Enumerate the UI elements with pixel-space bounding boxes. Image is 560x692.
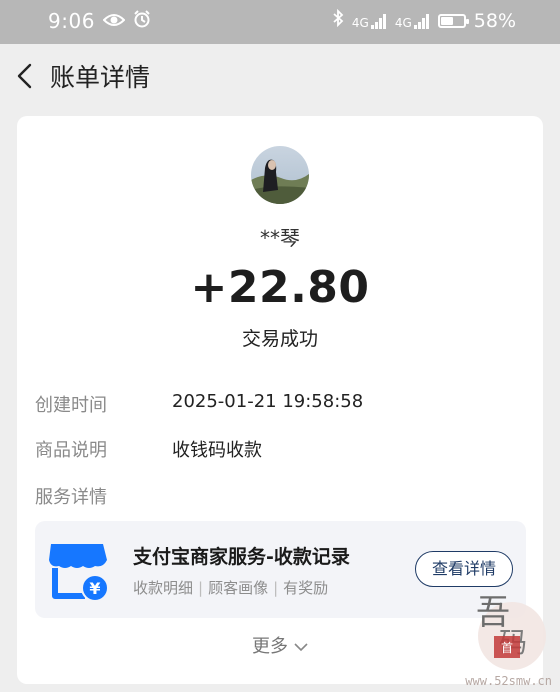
nav-bar: 账单详情 (0, 44, 560, 108)
svg-text:¥: ¥ (89, 579, 100, 598)
detail-value[interactable]: 收钱码收款 (172, 436, 262, 462)
svg-text:首: 首 (501, 641, 513, 655)
watermark-url: www.52smw.cn (465, 674, 552, 688)
status-left: 9:06 (48, 9, 151, 33)
alarm-icon (133, 9, 151, 33)
battery-icon (437, 13, 469, 28)
service-title: 支付宝商家服务-收款记录 (133, 546, 350, 568)
transaction-status: 交易成功 (241, 328, 318, 350)
detail-label: 服务详情 (35, 487, 107, 508)
status-bar: 9:06 4G 4G 58% (0, 0, 560, 44)
detail-value[interactable]: 2025-01-21 19:58:58 (172, 391, 363, 412)
watermark-seal: 吾 码 首 (454, 588, 554, 688)
status-right: 4G 4G 58% (332, 8, 516, 32)
eye-icon (102, 10, 126, 32)
chevron-left-icon (17, 63, 32, 89)
transaction-amount: +22.80 (190, 262, 370, 313)
service-tag: 有奖励 (283, 579, 329, 597)
back-button[interactable] (14, 62, 38, 90)
more-label: 更多 (252, 636, 288, 657)
page-title: 账单详情 (50, 63, 151, 92)
avatar[interactable] (251, 146, 309, 204)
battery-percent: 58% (473, 9, 516, 32)
service-subtitle: 收款明细 | 顾客画像 | 有奖励 (133, 579, 329, 597)
signal-icon: 4G (395, 13, 430, 29)
battery-level (440, 16, 453, 25)
view-details-button[interactable]: 查看详情 (415, 551, 513, 587)
status-time: 9:06 (48, 9, 95, 33)
signal-icon: 4G (352, 13, 387, 29)
service-tag: 顾客画像 (208, 579, 269, 597)
merchant-service-card[interactable]: ¥ 支付宝商家服务-收款记录 收款明细 | 顾客画像 | 有奖励 查看详情 (35, 521, 526, 618)
detail-label: 创建时间 (35, 395, 107, 416)
chevron-down-icon (294, 643, 308, 652)
service-tag: 收款明细 (133, 579, 194, 597)
detail-label: 商品说明 (35, 440, 107, 461)
shop-icon: ¥ (47, 538, 111, 602)
payer-name: **琴 (260, 226, 300, 250)
bluetooth-icon (332, 8, 344, 32)
